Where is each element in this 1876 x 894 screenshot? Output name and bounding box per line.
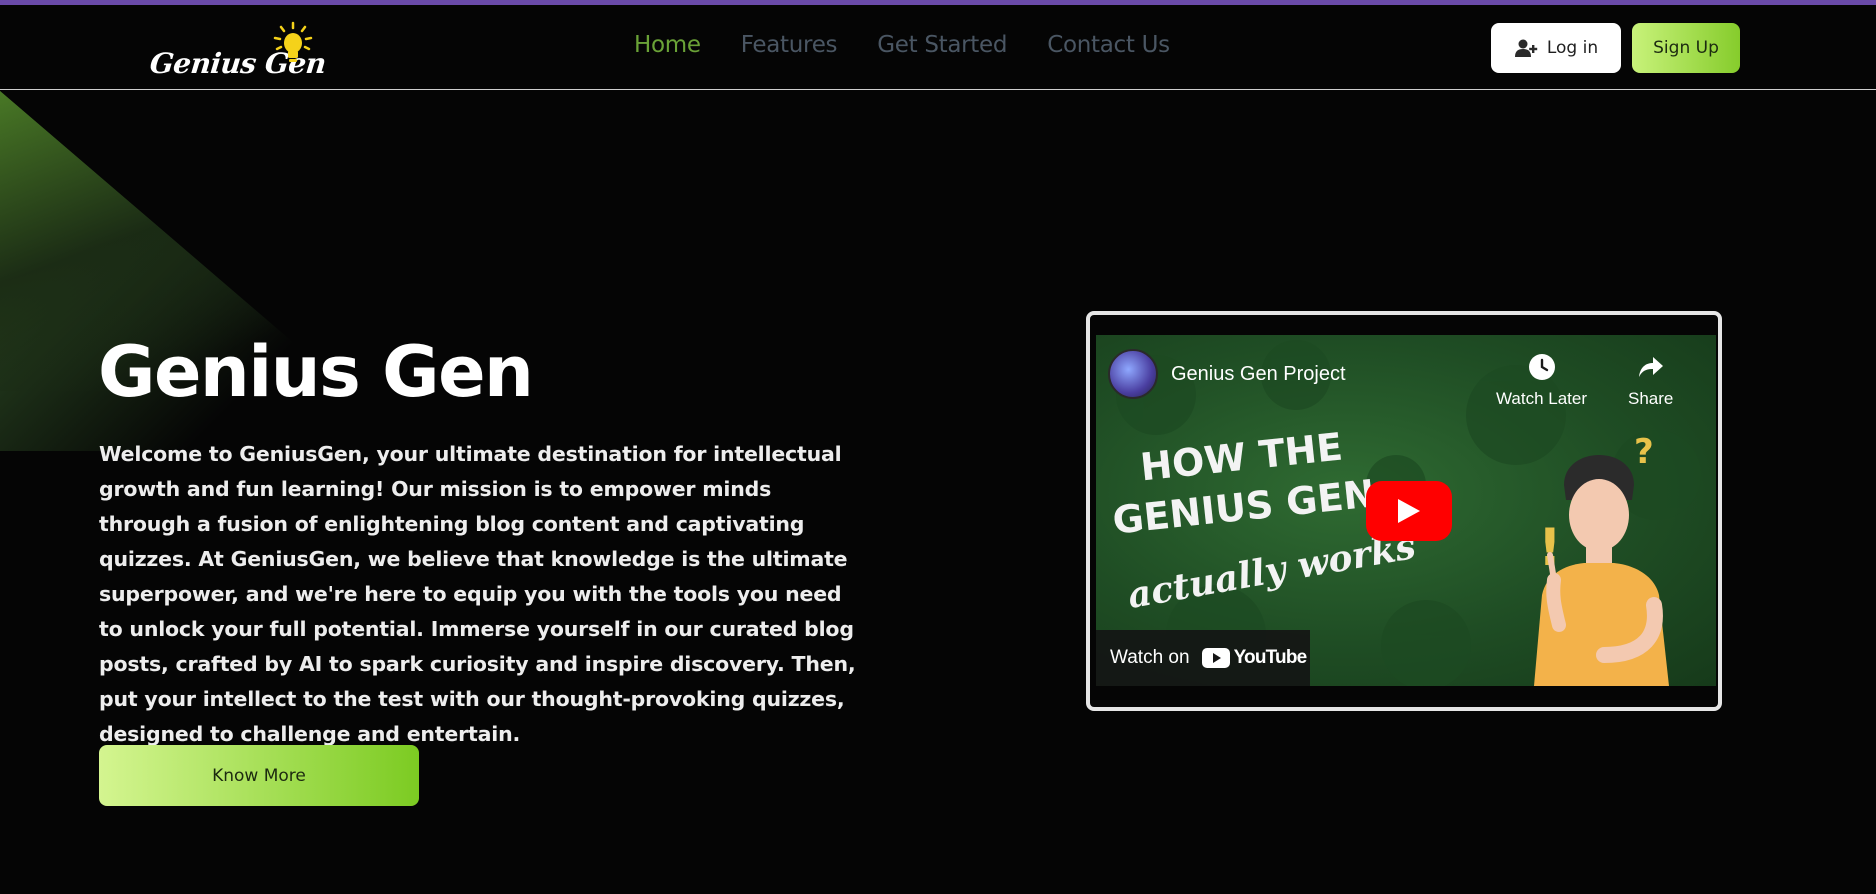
- share-label: Share: [1628, 389, 1674, 408]
- watch-on-label: Watch on: [1110, 647, 1190, 668]
- nav-item-features[interactable]: Features: [741, 32, 838, 58]
- main-nav: Home Features Get Started Contact Us: [634, 32, 1170, 58]
- share-button[interactable]: Share: [1628, 353, 1673, 409]
- know-more-button[interactable]: Know More: [99, 745, 419, 806]
- channel-avatar[interactable]: [1108, 349, 1158, 399]
- youtube-wordmark: YouTube: [1233, 647, 1308, 668]
- login-button[interactable]: Log in: [1491, 23, 1621, 73]
- play-icon: [1398, 499, 1420, 523]
- hero-section: Genius Gen Welcome to GeniusGen, your ul…: [0, 91, 1876, 894]
- hero-description: Welcome to GeniusGen, your ultimate dest…: [99, 442, 856, 746]
- login-label: Log in: [1546, 38, 1599, 58]
- youtube-video-player[interactable]: Genius Gen Project Watch Later Share HOW…: [1096, 335, 1716, 686]
- brand-logo[interactable]: Genius Gen: [148, 15, 327, 85]
- nav-item-get-started[interactable]: Get Started: [877, 32, 1007, 58]
- thinking-person-illustration: ! ?: [1534, 432, 1669, 686]
- nav-item-home[interactable]: Home: [634, 32, 701, 58]
- video-title[interactable]: Genius Gen Project: [1171, 363, 1346, 386]
- video-title-row: Genius Gen Project: [1108, 349, 1346, 399]
- share-arrow-icon: [1638, 357, 1663, 377]
- hero-title: Genius Gen: [98, 331, 534, 413]
- user-plus-icon: [1514, 39, 1538, 57]
- video-embed-frame: Genius Gen Project Watch Later Share HOW…: [1086, 311, 1722, 711]
- youtube-play-icon: [1201, 648, 1230, 668]
- site-header: Genius Gen Home Features Get Started Con…: [0, 5, 1876, 90]
- youtube-logo: YouTube: [1201, 647, 1308, 669]
- watch-later-button[interactable]: Watch Later: [1496, 353, 1587, 409]
- signup-button[interactable]: Sign Up: [1632, 23, 1740, 73]
- thumbnail-question-mark: ?: [1634, 432, 1654, 472]
- play-button[interactable]: [1366, 481, 1452, 541]
- watch-on-youtube-button[interactable]: Watch on YouTube: [1096, 630, 1310, 686]
- nav-item-contact-us[interactable]: Contact Us: [1047, 32, 1170, 58]
- signup-label: Sign Up: [1653, 38, 1719, 58]
- clock-icon: [1528, 354, 1555, 380]
- watch-later-label: Watch Later: [1496, 389, 1588, 408]
- lightbulb-icon: [273, 21, 313, 62]
- know-more-label: Know More: [212, 765, 306, 786]
